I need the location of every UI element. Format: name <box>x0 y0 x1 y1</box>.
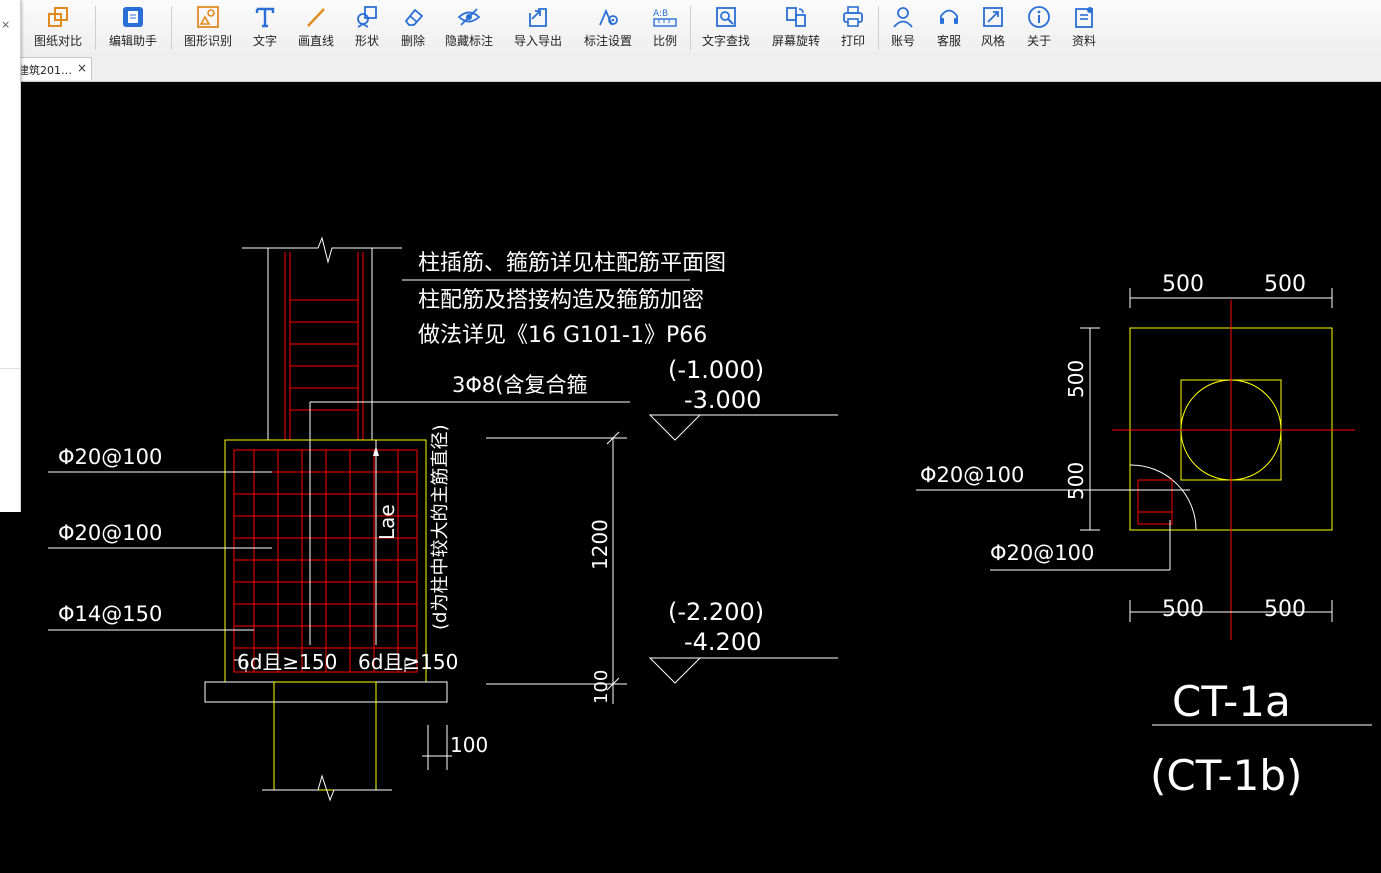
print-label: 打印 <box>840 34 865 48</box>
annotation-settings-label: 标注设置 <box>583 34 632 48</box>
lae-label: Lae <box>375 504 399 540</box>
account-button[interactable]: 账号 <box>886 3 920 53</box>
rebar-bottom-label: Φ14@150 <box>58 602 162 626</box>
close-icon[interactable]: × <box>77 61 87 75</box>
annotation-settings-button[interactable]: 标注设置 <box>580 3 636 53</box>
compare-label: 图纸对比 <box>33 34 82 48</box>
note-lap-detail: 柱配筋及搭接构造及箍筋加密 <box>418 288 704 313</box>
drawing-title: CT-1a <box>1172 677 1291 726</box>
import-export-button[interactable]: 导入导出 <box>510 3 566 53</box>
note-standard-ref: 做法详见《16 G101-1》P66 <box>418 323 707 348</box>
shape-button[interactable]: 形状 <box>350 3 384 53</box>
eye-hide-icon <box>457 3 481 29</box>
stirrup-label: 3Φ8(含复合箍 <box>452 373 587 397</box>
lae-note-label: (d为柱中较大的主筋直径) <box>430 425 451 630</box>
dimension-cushion: 100 <box>591 670 612 704</box>
close-icon[interactable]: × <box>1 18 10 31</box>
scale-button[interactable]: A:B 比例 <box>648 3 682 53</box>
rebar-top-label: Φ20@100 <box>58 445 162 469</box>
plan-rebar-label-1: Φ20@100 <box>920 463 1024 487</box>
toolbar-divider <box>690 6 691 50</box>
shape-label: 形状 <box>354 34 379 48</box>
plan-dim-bottom-right: 500 <box>1264 597 1306 622</box>
rotate-screen-icon <box>784 3 808 29</box>
about-label: 关于 <box>1026 34 1051 48</box>
document-tab-label: 建筑201… <box>18 64 72 77</box>
resources-button[interactable]: 资料 <box>1067 3 1101 53</box>
divider <box>0 368 20 369</box>
text-search-icon <box>714 3 738 29</box>
rotate-screen-label: 屏幕旋转 <box>771 34 820 48</box>
drawing-subtitle: (CT-1b) <box>1150 751 1302 800</box>
rotate-screen-button[interactable]: 屏幕旋转 <box>768 3 824 53</box>
account-label: 账号 <box>890 34 915 48</box>
text-label: 文字 <box>252 34 277 48</box>
draw-line-label: 画直线 <box>297 34 334 48</box>
document-tab[interactable]: 建筑201… × <box>14 57 92 80</box>
plan-dim-left-bottom: 500 <box>1064 462 1088 500</box>
side-panel: × <box>0 0 21 512</box>
resources-label: 资料 <box>1071 34 1096 48</box>
resources-icon <box>1072 3 1096 29</box>
edit-assistant-button[interactable]: 编辑助手 <box>104 3 162 53</box>
headset-icon <box>937 3 961 29</box>
text-icon <box>253 3 277 29</box>
info-icon <box>1027 3 1051 29</box>
style-label: 风格 <box>980 34 1005 48</box>
eraser-icon <box>401 3 425 29</box>
tab-bar: 建筑201… × <box>0 56 1381 82</box>
delete-button[interactable]: 删除 <box>396 3 430 53</box>
hook-left-label: 6d且≥150 <box>237 650 337 674</box>
text-button[interactable]: 文字 <box>248 3 282 53</box>
edit-assistant-icon <box>121 3 145 29</box>
edit-assistant-label: 编辑助手 <box>108 34 157 48</box>
import-export-icon <box>526 3 550 29</box>
toolbar-divider <box>878 6 879 50</box>
shape-recognition-label: 图形识别 <box>183 34 232 48</box>
customer-service-label: 客服 <box>936 34 961 48</box>
annotation-settings-icon <box>596 3 620 29</box>
elevation-bottom-a: (-2.200) <box>668 598 764 626</box>
plan-dim-top-right: 500 <box>1264 272 1306 297</box>
print-icon <box>841 3 865 29</box>
print-button[interactable]: 打印 <box>836 3 870 53</box>
shape-recognition-icon <box>196 3 220 29</box>
compare-button[interactable]: 图纸对比 <box>30 3 86 53</box>
import-export-label: 导入导出 <box>513 34 562 48</box>
main-toolbar: 图纸对比 编辑助手 图形识别 文字 画直线 形状 删除 隐藏标注 导入导出 标注… <box>0 0 1381 57</box>
plan-rebar-label-2: Φ20@100 <box>990 541 1094 565</box>
dimension-height: 1200 <box>588 519 612 570</box>
drawing-canvas[interactable]: 柱插筋、箍筋详见柱配筋平面图 柱配筋及搭接构造及箍筋加密 做法详见《16 G10… <box>0 82 1381 873</box>
elevation-top-a: (-1.000) <box>668 356 764 384</box>
toolbar-divider <box>95 6 96 50</box>
plan-dim-top-left: 500 <box>1162 272 1204 297</box>
rebar-mid-label: Φ20@100 <box>58 521 162 545</box>
shape-recognition-button[interactable]: 图形识别 <box>180 3 236 53</box>
hide-annotation-label: 隐藏标注 <box>444 34 493 48</box>
about-button[interactable]: 关于 <box>1022 3 1056 53</box>
hide-annotation-button[interactable]: 隐藏标注 <box>440 3 498 53</box>
toolbar-divider <box>171 6 172 50</box>
delete-label: 删除 <box>400 34 425 48</box>
scale-icon: A:B <box>652 3 678 29</box>
elevation-top-b: -3.000 <box>684 386 761 414</box>
hook-right-label: 6d且≥150 <box>358 650 458 674</box>
plan-dim-left-top: 500 <box>1064 360 1088 398</box>
account-icon <box>891 3 915 29</box>
elevation-bottom-b: -4.200 <box>684 628 761 656</box>
text-search-button[interactable]: 文字查找 <box>698 3 754 53</box>
dimension-offset: 100 <box>450 733 488 757</box>
style-button[interactable]: 风格 <box>976 3 1010 53</box>
compare-icon <box>46 3 70 29</box>
customer-service-button[interactable]: 客服 <box>932 3 966 53</box>
style-icon <box>981 3 1005 29</box>
draw-line-button[interactable]: 画直线 <box>294 3 338 53</box>
scale-label: 比例 <box>652 34 677 48</box>
note-column-rebar: 柱插筋、箍筋详见柱配筋平面图 <box>418 251 726 276</box>
line-icon <box>304 3 328 29</box>
text-search-label: 文字查找 <box>701 34 750 48</box>
shape-icon <box>355 3 379 29</box>
svg-text:A:B: A:B <box>653 9 668 19</box>
plan-dim-bottom-left: 500 <box>1162 597 1204 622</box>
